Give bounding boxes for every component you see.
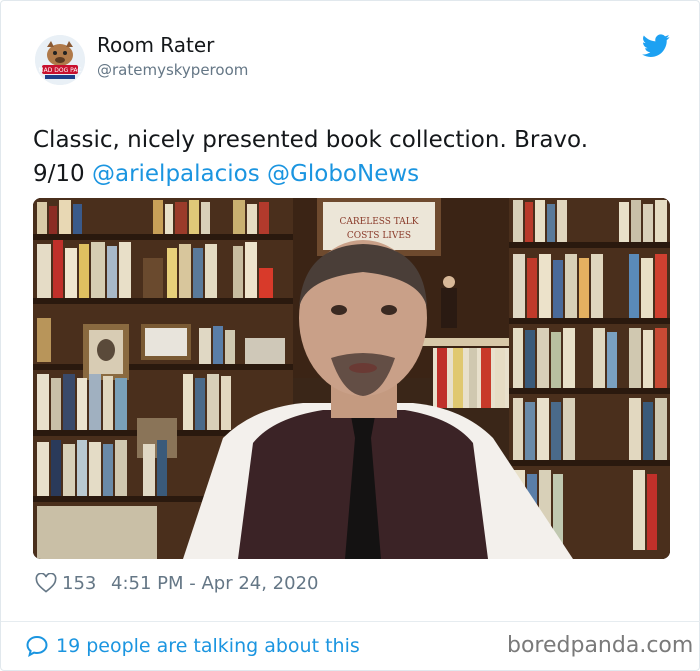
tweet-timestamp[interactable]: 4:51 PM - Apr 24, 2020	[111, 573, 318, 594]
avatar[interactable]: MAD DOG PAC	[35, 35, 85, 85]
twitter-bird-icon[interactable]	[642, 34, 670, 58]
bookshelf-room-photo: CARELESS TALK COSTS LIVES	[33, 198, 670, 559]
people-talking-link[interactable]: 19 people are talking about this	[56, 635, 360, 657]
tweet-media-image[interactable]: CARELESS TALK COSTS LIVES	[33, 198, 670, 559]
avatar-logo-text: MAD DOG PAC	[38, 67, 81, 74]
svg-text:COSTS LIVES: COSTS LIVES	[347, 231, 411, 241]
heart-icon[interactable]	[35, 573, 57, 593]
like-count: 153	[62, 573, 97, 594]
tweet-text: Classic, nicely presented book collectio…	[33, 123, 673, 191]
speech-bubble-icon[interactable]	[25, 634, 49, 658]
svg-text:CARELESS TALK: CARELESS TALK	[339, 217, 418, 227]
display-name[interactable]: Room Rater	[97, 33, 214, 57]
mention-link-globonews[interactable]: @GloboNews	[267, 161, 419, 187]
boredpanda-watermark: boredpanda.com	[507, 633, 694, 658]
tweet-text-line-1: Classic, nicely presented book collectio…	[33, 127, 588, 153]
user-handle[interactable]: @ratemyskyperoom	[97, 61, 248, 79]
tweet-card: MAD DOG PAC Room Rater @ratemyskyperoom …	[0, 0, 700, 671]
bulldog-mascot-logo-icon: MAD DOG PAC	[35, 35, 85, 85]
footer-divider	[1, 621, 700, 622]
rating-text: 9/10	[33, 161, 92, 187]
mention-link-arielpalacios[interactable]: @arielpalacios	[92, 161, 260, 187]
tweet-text-line-2: 9/10 @arielpalacios @GloboNews	[33, 157, 673, 191]
